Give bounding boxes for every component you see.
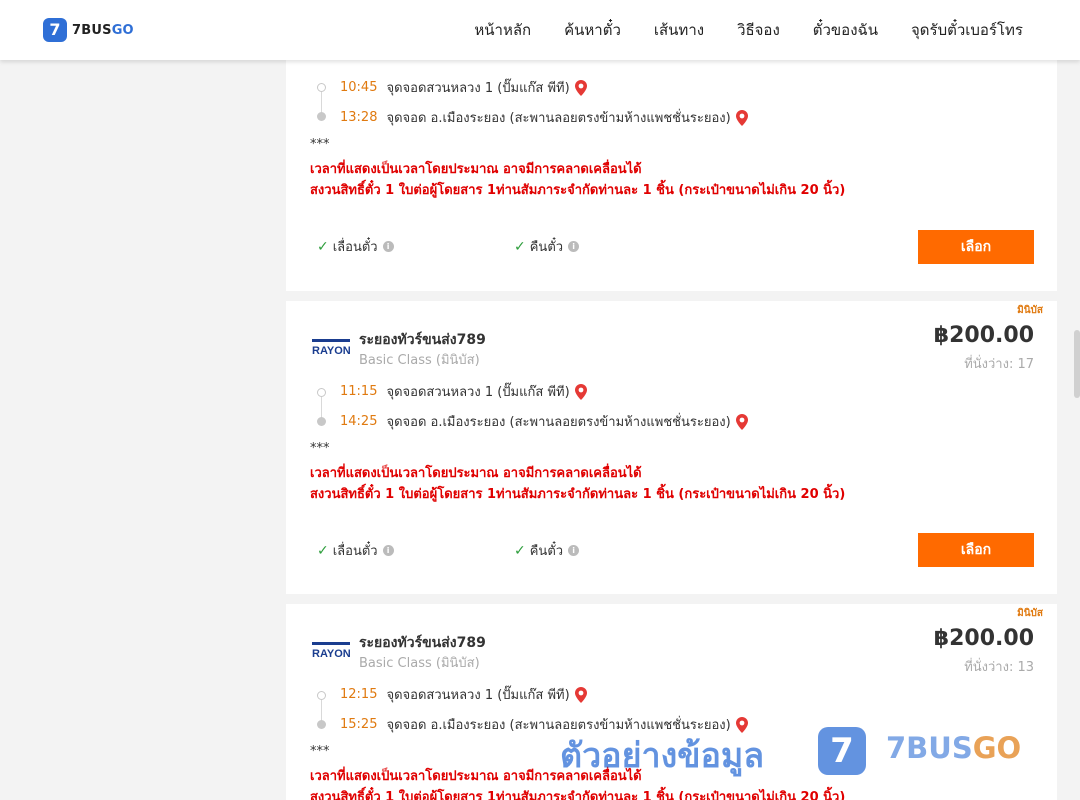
map-pin-icon[interactable] bbox=[735, 413, 748, 430]
trip-card: 10:45 จุดจอดสวนหลวง 1 (ปั๊มแก๊ส พีที) 13… bbox=[286, 44, 1057, 291]
departure-time: 10:45 bbox=[340, 80, 378, 95]
bus-type-tag: มินิบัส bbox=[1017, 305, 1043, 316]
watermark-brand: 7BUSGO bbox=[886, 731, 1022, 765]
warning-line-2: สงวนสิทธิ์ตั๋ว 1 ใบต่อผู้โดยสาร 1ท่านสัม… bbox=[310, 183, 846, 198]
trip-card: มินิบัส RAYONG ระยองทัวร์ขนส่ง789 Basic … bbox=[286, 301, 1057, 594]
feature-refund: ✓ คืนตั๋ว i bbox=[514, 540, 580, 561]
map-pin-icon[interactable] bbox=[735, 109, 748, 126]
main-nav: หน้าหลัก ค้นหาตั๋ว เส้นทาง วิธีจอง ตั๋วข… bbox=[474, 0, 1023, 60]
note-stars: *** bbox=[310, 441, 330, 456]
map-pin-icon[interactable] bbox=[574, 79, 587, 96]
info-icon[interactable]: i bbox=[382, 241, 394, 252]
arrival-time: 14:25 bbox=[340, 414, 378, 429]
arrival-stop: 14:25 จุดจอด อ.เมืองระยอง (สะพานลอยตรงข้… bbox=[340, 411, 748, 432]
operator-name: ระยองทัวร์ขนส่ง789 bbox=[359, 635, 486, 651]
note-stars: *** bbox=[310, 137, 330, 152]
check-icon: ✓ bbox=[317, 542, 329, 559]
site-header: 7 7BUSGO หน้าหลัก ค้นหาตั๋ว เส้นทาง วิธี… bbox=[0, 0, 1080, 60]
operator-logo: RAYONG bbox=[312, 642, 350, 660]
watermark-text: ตัวอย่างข้อมูล bbox=[560, 736, 765, 776]
feature-label: คืนตั๋ว bbox=[529, 240, 564, 255]
arrival-dot bbox=[317, 417, 326, 426]
logo-text: 7BUSGO bbox=[72, 22, 134, 38]
logo-badge-icon: 7 bbox=[43, 18, 67, 42]
operator-logo: RAYONG bbox=[312, 339, 350, 357]
timeline-line bbox=[321, 397, 322, 419]
svg-text:RAYONG: RAYONG bbox=[312, 648, 350, 660]
svg-text:RAYONG: RAYONG bbox=[312, 345, 350, 357]
arrival-stop: 13:28 จุดจอด อ.เมืองระยอง (สะพานลอยตรงข้… bbox=[340, 107, 748, 128]
nav-how-to-book[interactable]: วิธีจอง bbox=[737, 18, 780, 42]
watermark-logo-icon: 7 bbox=[818, 727, 866, 775]
map-pin-icon[interactable] bbox=[574, 686, 587, 703]
departure-dot bbox=[317, 83, 326, 92]
operator-name: ระยองทัวร์ขนส่ง789 bbox=[359, 332, 486, 348]
departure-stop: 11:15 จุดจอดสวนหลวง 1 (ปั๊มแก๊ส พีที) bbox=[340, 381, 587, 402]
arrival-stop-name: จุดจอด อ.เมืองระยอง (สะพานลอยตรงข้ามห้าง… bbox=[386, 111, 731, 126]
bus-class: Basic Class (มินิบัส) bbox=[359, 353, 480, 368]
bus-type-tag: มินิบัส bbox=[1017, 608, 1043, 619]
feature-reschedule: ✓ เลื่อนตั๋ว i bbox=[317, 236, 394, 257]
departure-dot bbox=[317, 691, 326, 700]
info-icon[interactable]: i bbox=[568, 545, 580, 556]
arrival-stop-name: จุดจอด อ.เมืองระยอง (สะพานลอยตรงข้ามห้าง… bbox=[386, 415, 731, 430]
scrollbar-thumb[interactable] bbox=[1074, 330, 1080, 398]
feature-reschedule: ✓ เลื่อนตั๋ว i bbox=[317, 540, 394, 561]
check-icon: ✓ bbox=[514, 542, 526, 559]
arrival-time: 15:25 bbox=[340, 717, 378, 732]
check-icon: ✓ bbox=[317, 238, 329, 255]
departure-stop-name: จุดจอดสวนหลวง 1 (ปั๊มแก๊ส พีที) bbox=[386, 385, 570, 400]
feature-refund: ✓ คืนตั๋ว i bbox=[514, 236, 580, 257]
departure-stop: 12:15 จุดจอดสวนหลวง 1 (ปั๊มแก๊ส พีที) bbox=[340, 684, 587, 705]
timeline-line bbox=[321, 92, 322, 114]
info-icon[interactable]: i bbox=[382, 545, 394, 556]
ticket-price: ฿200.00 bbox=[933, 626, 1034, 651]
feature-label: คืนตั๋ว bbox=[529, 544, 564, 559]
note-stars: *** bbox=[310, 744, 330, 759]
nav-routes[interactable]: เส้นทาง bbox=[654, 18, 704, 42]
nav-home[interactable]: หน้าหลัก bbox=[474, 18, 531, 42]
map-pin-icon[interactable] bbox=[574, 383, 587, 400]
nav-my-tickets[interactable]: ตั๋วของฉัน bbox=[813, 18, 878, 42]
arrival-dot bbox=[317, 720, 326, 729]
departure-stop: 10:45 จุดจอดสวนหลวง 1 (ปั๊มแก๊ส พีที) bbox=[340, 77, 587, 98]
seats-available: ที่นั่งว่าง: 13 bbox=[964, 660, 1034, 675]
nav-search-ticket[interactable]: ค้นหาตั๋ว bbox=[564, 18, 621, 42]
select-trip-button[interactable]: เลือก bbox=[918, 533, 1034, 567]
departure-time: 12:15 bbox=[340, 687, 378, 702]
bus-class: Basic Class (มินิบัส) bbox=[359, 656, 480, 671]
warning-line-1: เวลาที่แสดงเป็นเวลาโดยประมาณ อาจมีการคลา… bbox=[310, 162, 642, 177]
site-logo[interactable]: 7 7BUSGO bbox=[43, 18, 134, 42]
select-trip-button[interactable]: เลือก bbox=[918, 230, 1034, 264]
departure-stop-name: จุดจอดสวนหลวง 1 (ปั๊มแก๊ส พีที) bbox=[386, 688, 570, 703]
info-icon[interactable]: i bbox=[568, 241, 580, 252]
nav-ticket-pickup-phone[interactable]: จุดรับตั๋วเบอร์โทร bbox=[911, 18, 1023, 42]
arrival-dot bbox=[317, 112, 326, 121]
feature-label: เลื่อนตั๋ว bbox=[332, 240, 378, 255]
departure-dot bbox=[317, 388, 326, 397]
departure-stop-name: จุดจอดสวนหลวง 1 (ปั๊มแก๊ส พีที) bbox=[386, 81, 570, 96]
warning-line-2: สงวนสิทธิ์ตั๋ว 1 ใบต่อผู้โดยสาร 1ท่านสัม… bbox=[310, 487, 846, 502]
timeline-line bbox=[321, 700, 322, 722]
warning-line-2: สงวนสิทธิ์ตั๋ว 1 ใบต่อผู้โดยสาร 1ท่านสัม… bbox=[310, 790, 846, 800]
warning-line-1: เวลาที่แสดงเป็นเวลาโดยประมาณ อาจมีการคลา… bbox=[310, 466, 642, 481]
feature-label: เลื่อนตั๋ว bbox=[332, 544, 378, 559]
seats-available: ที่นั่งว่าง: 17 bbox=[964, 357, 1034, 372]
check-icon: ✓ bbox=[514, 238, 526, 255]
arrival-time: 13:28 bbox=[340, 110, 378, 125]
ticket-price: ฿200.00 bbox=[933, 323, 1034, 348]
departure-time: 11:15 bbox=[340, 384, 378, 399]
